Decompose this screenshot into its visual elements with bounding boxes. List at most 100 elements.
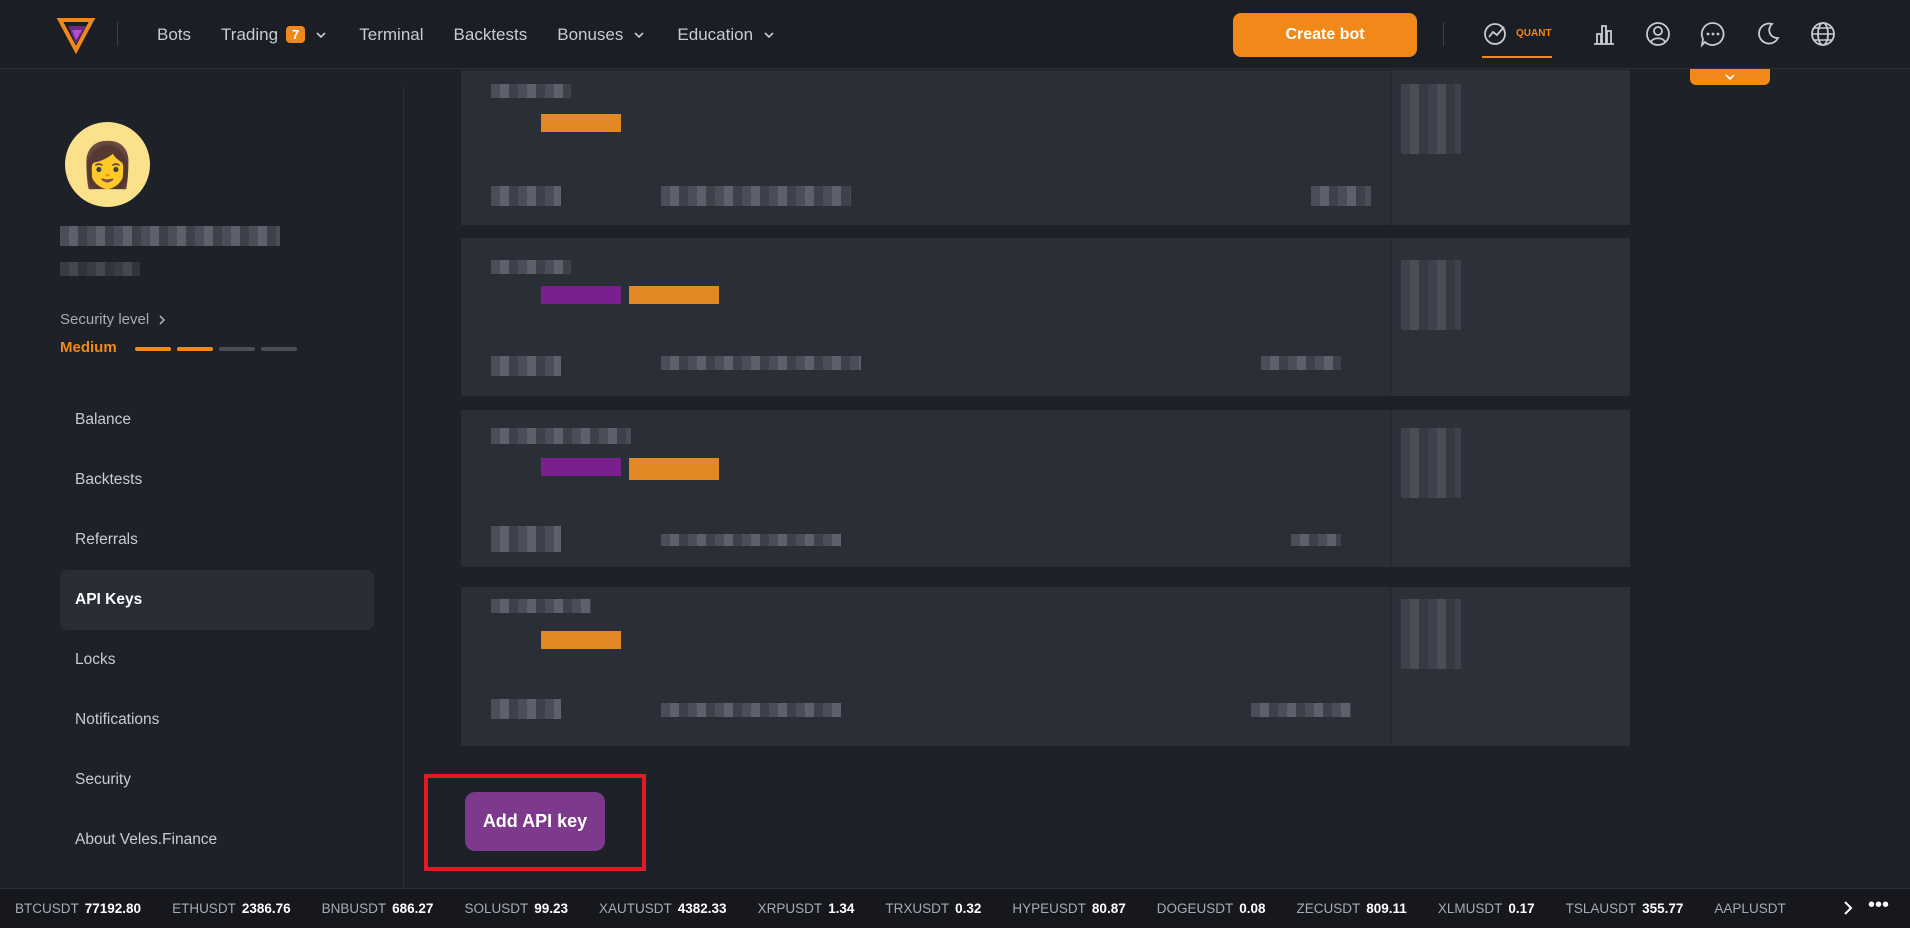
field-redacted — [1261, 356, 1341, 370]
exchange-tag — [541, 631, 621, 649]
side-field-redacted — [1401, 84, 1461, 154]
ticker-price: 99.23 — [534, 901, 568, 916]
bar-chart-icon[interactable] — [1590, 20, 1618, 48]
globe-icon[interactable] — [1809, 20, 1837, 48]
ticker-price: 809.11 — [1366, 901, 1407, 916]
ticker-item[interactable]: BNBUSDT 686.27 — [322, 901, 434, 916]
avatar[interactable]: 👩 — [65, 122, 150, 207]
ticker-symbol: HYPEUSDT — [1012, 901, 1086, 916]
api-key-card[interactable] — [461, 587, 1630, 746]
security-level-label: Security level — [60, 311, 150, 328]
ticker-symbol: ZECUSDT — [1296, 901, 1361, 916]
nav-terminal[interactable]: Terminal — [359, 25, 423, 45]
security-level-value: Medium — [60, 339, 117, 356]
nav-bonuses[interactable]: Bonuses — [557, 25, 647, 45]
sidebar-item-balance[interactable]: Balance — [60, 390, 374, 450]
ticker-symbol: BTCUSDT — [15, 901, 79, 916]
field-redacted — [661, 186, 851, 206]
nav-trading[interactable]: Trading 7 — [221, 25, 329, 45]
ticker-symbol: TRXUSDT — [885, 901, 950, 916]
ticker-price: 80.87 — [1091, 901, 1126, 916]
exchange-tag — [629, 458, 719, 480]
nav-trading-label: Trading — [221, 24, 279, 44]
nav-education-label: Education — [677, 24, 754, 44]
main-nav: Bots Trading 7 Terminal Backtests Bonuse… — [157, 0, 777, 69]
ticker-item[interactable]: XAUTUSDT 4382.33 — [599, 901, 727, 916]
ticker-item[interactable]: XLMUSDT 0.17 — [1438, 901, 1535, 916]
field-redacted — [661, 534, 841, 546]
field-redacted — [491, 356, 561, 376]
ticker-price: 4382.33 — [677, 901, 727, 916]
sidebar-item-security[interactable]: Security — [60, 750, 374, 810]
field-redacted — [1251, 703, 1351, 717]
collapse-tab[interactable] — [1690, 69, 1770, 85]
user-id-redacted — [60, 262, 140, 276]
api-key-name-redacted — [491, 84, 571, 98]
nav-bonuses-label: Bonuses — [557, 24, 624, 44]
nav-education[interactable]: Education — [677, 25, 777, 45]
exchange-tag — [541, 114, 621, 132]
ticker-item[interactable]: BTCUSDT 77192.80 — [15, 901, 141, 916]
ticker-item[interactable]: HYPEUSDT 80.87 — [1012, 901, 1125, 916]
api-key-card[interactable] — [461, 70, 1630, 225]
moon-icon[interactable] — [1754, 20, 1782, 48]
security-level-segment — [135, 347, 171, 351]
ticker-item[interactable]: DOGEUSDT 0.08 — [1157, 901, 1266, 916]
sidebar-item-label: API Keys — [75, 591, 143, 608]
nav-bots[interactable]: Bots — [157, 25, 191, 45]
sidebar-item-locks[interactable]: Locks — [60, 630, 374, 690]
ticker-item[interactable]: ETHUSDT 2386.76 — [172, 901, 291, 916]
field-redacted — [491, 526, 561, 552]
ticker-item[interactable]: TRXUSDT 0.32 — [885, 901, 981, 916]
quant-label: QUANT — [1516, 28, 1552, 39]
ticker-symbol: XAUTUSDT — [599, 901, 672, 916]
account-type-tag — [541, 286, 621, 304]
sidebar-item-api-keys[interactable]: API Keys — [60, 570, 374, 630]
sidebar-item-label: Referrals — [75, 531, 138, 548]
ticker-item[interactable]: TSLAUSDT 355.77 — [1566, 901, 1684, 916]
user-profile-icon[interactable] — [1644, 20, 1672, 48]
ticker-item[interactable]: SOLUSDT 99.23 — [464, 901, 568, 916]
ticker-item[interactable]: AAPLUSDT — [1714, 901, 1791, 916]
ticker-symbol: DOGEUSDT — [1156, 901, 1234, 916]
sidebar-item-about[interactable]: About Veles.Finance — [60, 810, 374, 870]
sidebar-item-label: Locks — [75, 651, 116, 668]
security-level-segment — [219, 347, 255, 351]
chevron-down-icon — [1725, 74, 1735, 81]
logo-separator — [117, 22, 118, 46]
sidebar-item-backtests[interactable]: Backtests — [60, 450, 374, 510]
nav-terminal-label: Terminal — [359, 24, 424, 44]
sidebar-item-label: Backtests — [75, 471, 143, 488]
username-redacted — [60, 226, 280, 246]
field-redacted — [491, 699, 561, 719]
chat-icon[interactable] — [1699, 20, 1727, 48]
nav-bots-label: Bots — [157, 24, 192, 44]
sidebar-item-referrals[interactable]: Referrals — [60, 510, 374, 570]
chevron-right-icon[interactable] — [1838, 898, 1858, 918]
nav-backtests[interactable]: Backtests — [454, 25, 528, 45]
api-key-card[interactable] — [461, 238, 1630, 396]
ticker-price: 686.27 — [392, 901, 434, 916]
add-api-key-button[interactable]: Add API key — [465, 792, 605, 851]
ticker-symbol: TSLAUSDT — [1565, 901, 1637, 916]
quant-toggle[interactable]: QUANT — [1482, 20, 1552, 58]
ticker-item[interactable]: ZECUSDT 809.11 — [1297, 901, 1407, 916]
veles-logo[interactable] — [56, 14, 96, 54]
security-level-link[interactable]: Security level — [60, 311, 167, 328]
nav-backtests-label: Backtests — [453, 24, 528, 44]
create-bot-button[interactable]: Create bot — [1233, 13, 1417, 57]
more-icon[interactable]: ••• — [1868, 895, 1898, 918]
ticker-symbol: SOLUSDT — [464, 901, 529, 916]
chevron-down-icon — [316, 31, 326, 38]
trading-count-badge: 7 — [286, 26, 306, 43]
api-key-card[interactable] — [461, 410, 1630, 567]
chevron-down-icon — [634, 31, 644, 38]
ticker-symbol: ETHUSDT — [172, 901, 236, 916]
api-key-name-redacted — [491, 260, 571, 274]
security-level-segment — [261, 347, 297, 351]
ticker-fade — [1790, 889, 1830, 928]
sidebar-item-notifications[interactable]: Notifications — [60, 690, 374, 750]
ticker-item[interactable]: XRPUSDT 1.34 — [758, 901, 855, 916]
side-field-redacted — [1401, 260, 1461, 330]
ticker-price: 0.32 — [955, 901, 982, 916]
